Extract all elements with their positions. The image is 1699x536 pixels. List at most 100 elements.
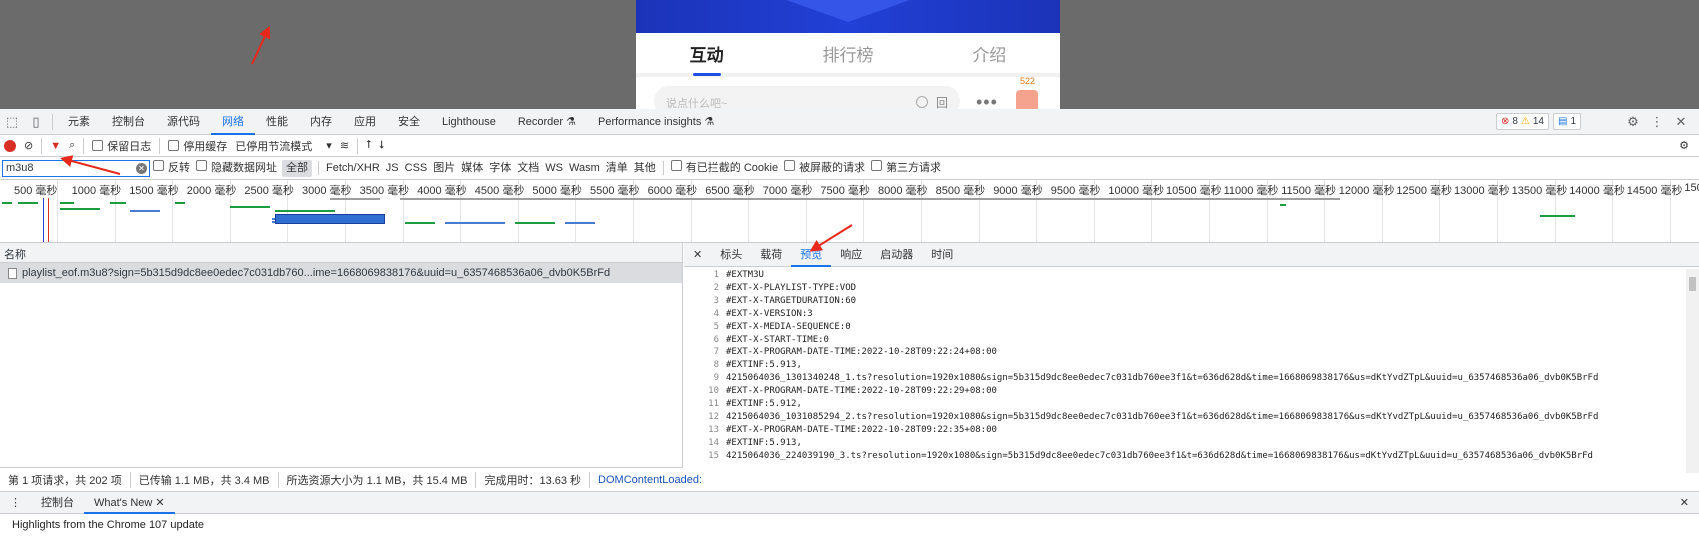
line-number: 13	[708, 424, 719, 435]
tab-security[interactable]: 安全	[387, 109, 431, 135]
type-filter-manifest[interactable]: 清单	[603, 157, 631, 180]
timeline-tick-label: 11000 毫秒	[1223, 185, 1279, 197]
detail-tab-payload[interactable]: 载荷	[751, 243, 791, 267]
error-icon: ⊗	[1500, 116, 1510, 127]
tab-memory[interactable]: 内存	[299, 109, 343, 135]
timeline-tick-label: 2500 毫秒	[244, 185, 294, 197]
phone-tabs: 互动 排行榜 介绍	[636, 33, 1060, 76]
preview-code[interactable]: 1 #EXTM3U 2 #EXT-X-PLAYLIST-TYPE:VOD 3 #EXT-X…	[684, 269, 1686, 473]
name-column-header[interactable]: 名称	[0, 243, 682, 263]
comment-input[interactable]: 说点什么吧~ 回	[654, 86, 960, 109]
type-filter-doc[interactable]: 文档	[514, 157, 542, 180]
import-har-icon[interactable]: ⭡	[362, 135, 375, 157]
close-tab-icon[interactable]: ✕	[155, 497, 164, 509]
line-text: #EXT-X-PROGRAM-DATE-TIME:2022-10-28T09:2…	[726, 424, 997, 435]
settings-icon[interactable]: ⚙	[1621, 110, 1645, 134]
file-icon	[8, 267, 17, 279]
record-button[interactable]	[0, 135, 20, 157]
close-detail-icon[interactable]: ✕	[684, 243, 711, 267]
type-filter-fetch-xhr[interactable]: Fetch/XHR	[323, 157, 383, 180]
drawer-tab-whats-new-label: What's New	[94, 496, 153, 509]
issue-badges[interactable]: ⊗ 8 ⚠ 14 ▤ 1	[1495, 113, 1581, 130]
drawer-tab-console[interactable]: 控制台	[31, 492, 84, 514]
selected-request-bar	[275, 214, 385, 224]
tab-console[interactable]: 控制台	[101, 109, 156, 135]
network-overview-timeline[interactable]: 500 毫秒 1000 毫秒 1500 毫秒 2000 毫秒 2500 毫秒 3000 毫…	[0, 180, 1699, 243]
device-toolbar-icon[interactable]: ▯	[24, 110, 48, 134]
preserve-log-checkbox[interactable]: 保留日志	[88, 135, 155, 157]
type-filter-font[interactable]: 字体	[486, 157, 514, 180]
detail-tab-initiator[interactable]: 启动器	[871, 243, 922, 267]
blocked-cookies-checkbox[interactable]: 有已拦截的 Cookie	[668, 157, 781, 180]
tab-sources[interactable]: 源代码	[156, 109, 211, 135]
message-badge[interactable]: ▤ 1	[1552, 113, 1581, 130]
blocked-requests-checkbox[interactable]: 被屏蔽的请求	[781, 157, 868, 180]
code-line: 12 4215064036_1031085294_2.ts?resolution=…	[684, 411, 1686, 424]
like-icon[interactable]	[1016, 90, 1038, 109]
type-filter-wasm[interactable]: Wasm	[566, 157, 603, 180]
throttle-select[interactable]: 已停用节流模式 ▾	[231, 135, 336, 157]
tab-elements[interactable]: 元素	[57, 109, 101, 135]
third-party-label: 第三方请求	[886, 161, 942, 174]
request-detail: ✕ 标头 载荷 预览 响应 启动器 时间 1 #EXTM3U 2 #EXT-X-PLA…	[684, 243, 1699, 501]
tab-recorder[interactable]: Recorder ⚗	[507, 109, 587, 135]
type-filter-all[interactable]: 全部	[282, 159, 312, 177]
drawer-menu-icon[interactable]: ⋮	[0, 492, 31, 514]
detail-tab-timing[interactable]: 时间	[922, 243, 962, 267]
phone-tab-ranking[interactable]: 排行榜	[777, 41, 918, 66]
tab-lighthouse[interactable]: Lighthouse	[431, 109, 507, 135]
hide-data-urls-checkbox[interactable]: 隐藏数据网址	[193, 157, 280, 180]
line-number: 5	[713, 321, 719, 332]
type-filter-img[interactable]: 图片	[430, 157, 458, 180]
tab-network[interactable]: 网络	[211, 109, 255, 135]
filter-value: m3u8	[6, 161, 34, 174]
invert-checkbox[interactable]: 反转	[150, 157, 193, 180]
detail-tabs: ✕ 标头 载荷 预览 响应 启动器 时间	[684, 243, 1699, 267]
vertical-scrollbar[interactable]	[1686, 269, 1699, 473]
timeline-tick-label: 150	[1684, 182, 1699, 194]
type-filter-js[interactable]: JS	[383, 157, 402, 180]
disable-cache-checkbox[interactable]: 停用缓存	[164, 135, 231, 157]
error-badge[interactable]: ⊗ 8 ⚠ 14	[1495, 113, 1549, 130]
line-text: 4215064036_224039190_3.ts?resolution=192…	[726, 450, 1593, 461]
type-filter-ws[interactable]: WS	[542, 157, 566, 180]
inspect-icon[interactable]: ⬚	[0, 110, 24, 134]
tab-performance[interactable]: 性能	[255, 109, 299, 135]
type-filter-css[interactable]: CSS	[402, 157, 431, 180]
reply-button[interactable]: 回	[936, 94, 948, 109]
more-icon[interactable]: •••	[976, 92, 998, 109]
more-options-icon[interactable]: ⋮	[1645, 110, 1669, 134]
close-icon[interactable]: ✕	[1669, 110, 1693, 134]
third-party-checkbox[interactable]: 第三方请求	[868, 157, 944, 180]
network-conditions-icon[interactable]: ≋	[336, 135, 353, 157]
detail-tab-headers[interactable]: 标头	[711, 243, 751, 267]
search-icon: ⌕	[69, 139, 76, 151]
type-filter-media[interactable]: 媒体	[458, 157, 486, 180]
detail-tab-response[interactable]: 响应	[831, 243, 871, 267]
line-text: #EXT-X-VERSION:3	[726, 308, 813, 319]
export-har-icon[interactable]: ⭣	[375, 135, 388, 157]
code-line: 5 #EXT-X-MEDIA-SEQUENCE:0	[684, 321, 1686, 334]
line-number: 15	[708, 450, 719, 461]
type-filter-other[interactable]: 其他	[631, 157, 659, 180]
status-transferred: 已传输 1.1 MB，共 3.4 MB	[131, 471, 279, 488]
drawer-close-icon[interactable]: ✕	[1670, 492, 1699, 514]
emoji-icon[interactable]	[916, 96, 928, 108]
line-number: 6	[713, 334, 719, 345]
devtools-panel: ⬚ ▯ 元素 控制台 源代码 网络 性能 内存 应用 安全 Lighthouse…	[0, 109, 1699, 535]
clear-button[interactable]: ⊘	[20, 135, 37, 157]
drawer-tab-whats-new[interactable]: What's New ✕	[84, 492, 175, 514]
blocked-cookies-label: 有已拦截的 Cookie	[685, 161, 779, 174]
tab-performance-insights[interactable]: Performance insights ⚗	[587, 109, 725, 135]
phone-tab-intro[interactable]: 介绍	[919, 41, 1060, 66]
line-number: 14	[708, 437, 719, 448]
network-settings-icon[interactable]: ⚙	[1675, 135, 1693, 157]
line-number: 10	[708, 386, 719, 397]
waterfall-bar	[18, 202, 38, 204]
timeline-tick-label: 13000 毫秒	[1454, 185, 1510, 197]
clear-filter-icon[interactable]: ✕	[136, 162, 147, 174]
request-row[interactable]: playlist_eof.m3u8?sign=5b315d9dc8ee0edec…	[0, 263, 682, 283]
throttle-label: 已停用节流模式	[235, 140, 313, 153]
phone-tab-interact[interactable]: 互动	[636, 41, 777, 76]
tab-application[interactable]: 应用	[343, 109, 387, 135]
